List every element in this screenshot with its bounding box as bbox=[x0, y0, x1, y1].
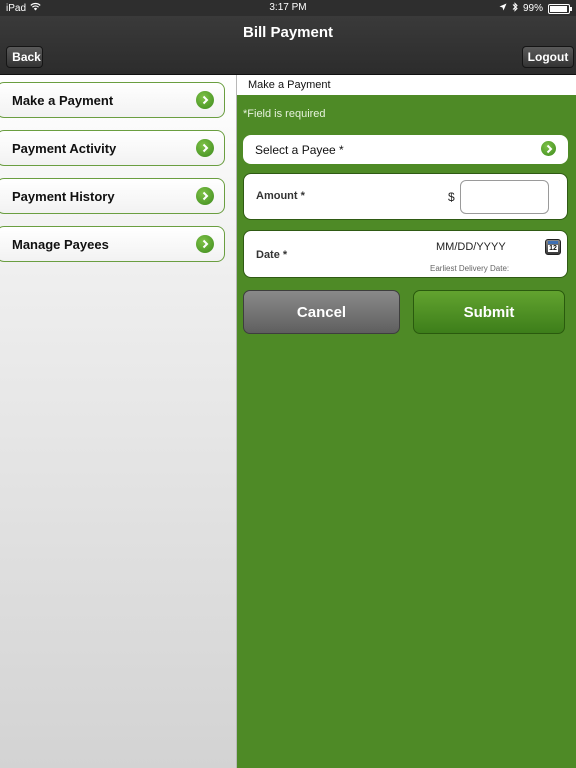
sidebar-item-label: Payment Activity bbox=[12, 140, 117, 156]
select-payee-button[interactable]: Select a Payee * bbox=[243, 135, 568, 164]
chevron-right-icon bbox=[196, 139, 214, 157]
navigation-bar: Bill Payment Back Logout bbox=[0, 16, 576, 75]
date-label: Date * bbox=[256, 249, 288, 261]
date-field-row[interactable]: Date * MM/DD/YYYY Earliest Delivery Date… bbox=[243, 230, 568, 278]
battery-icon bbox=[548, 3, 572, 14]
back-button[interactable]: Back bbox=[6, 46, 43, 68]
status-right: 99% bbox=[499, 2, 572, 15]
sidebar-item-label: Manage Payees bbox=[12, 236, 109, 252]
battery-percent: 99% bbox=[522, 3, 543, 14]
cancel-button[interactable]: Cancel bbox=[243, 290, 400, 334]
logout-button[interactable]: Logout bbox=[522, 46, 574, 68]
sidebar-item-make-a-payment[interactable]: Make a Payment bbox=[0, 82, 225, 118]
date-placeholder: MM/DD/YYYY bbox=[436, 241, 506, 253]
sidebar-item-payment-history[interactable]: Payment History bbox=[0, 178, 225, 214]
select-payee-label: Select a Payee * bbox=[255, 142, 344, 157]
sidebar-item-manage-payees[interactable]: Manage Payees bbox=[0, 226, 225, 262]
sidebar-item-label: Payment History bbox=[12, 188, 115, 204]
payment-form-panel: Make a Payment *Field is required Select… bbox=[237, 75, 576, 768]
section-header: Make a Payment bbox=[237, 75, 576, 95]
chevron-right-icon bbox=[541, 141, 556, 156]
sidebar-item-label: Make a Payment bbox=[12, 92, 114, 108]
amount-input[interactable] bbox=[460, 180, 549, 214]
sidebar-item-payment-activity[interactable]: Payment Activity bbox=[0, 130, 225, 166]
chevron-right-icon bbox=[196, 91, 214, 109]
chevron-right-icon bbox=[196, 187, 214, 205]
status-time: 3:17 PM bbox=[269, 2, 307, 13]
currency-symbol: $ bbox=[448, 190, 455, 204]
required-field-note: *Field is required bbox=[243, 108, 326, 120]
status-bar: iPad 3:17 PM 99% bbox=[0, 0, 576, 16]
earliest-delivery-date: Earliest Delivery Date: bbox=[430, 264, 510, 273]
submit-button[interactable]: Submit bbox=[413, 290, 565, 334]
amount-field-row: Amount * $ bbox=[243, 173, 568, 220]
amount-label: Amount * bbox=[256, 190, 305, 202]
location-arrow-icon bbox=[499, 3, 507, 14]
sidebar-menu: Make a Payment Payment Activity Payment … bbox=[0, 75, 237, 768]
calendar-day: 12 bbox=[548, 245, 558, 252]
page-title: Bill Payment bbox=[242, 24, 334, 41]
chevron-right-icon bbox=[196, 235, 214, 253]
calendar-icon[interactable]: 12 bbox=[545, 239, 561, 255]
bluetooth-icon bbox=[512, 2, 518, 15]
